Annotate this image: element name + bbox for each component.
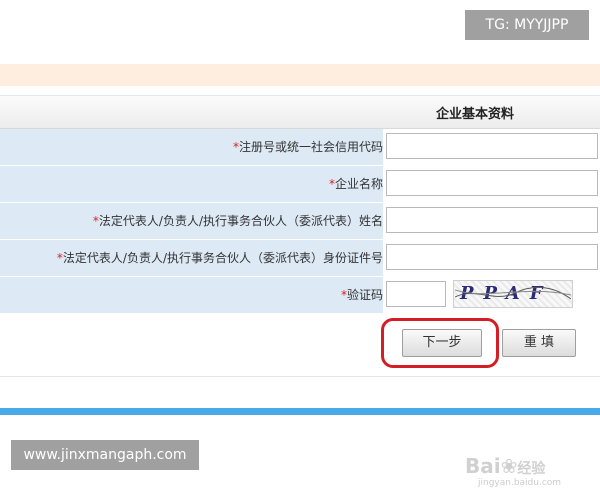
field-label: *注册号或统一社会信用代码 <box>0 129 383 165</box>
field-label-text: 企业名称 <box>334 177 383 191</box>
form-row-company-name: *企业名称 <box>0 166 600 203</box>
field-label-text: 法定代表人/负责人/执行事务合伙人（委派代表）身份证件号 <box>62 251 383 265</box>
captcha-input[interactable] <box>386 281 446 307</box>
notice-band <box>0 64 600 86</box>
registration-number-input[interactable] <box>386 133 598 159</box>
field-label-text: 注册号或统一社会信用代码 <box>238 140 383 154</box>
paw-icon: ❀ <box>500 454 518 478</box>
section-header: 企业基本资料 <box>0 96 600 129</box>
divider <box>0 376 600 377</box>
field-label: *企业名称 <box>0 166 383 202</box>
reset-button[interactable]: 重 填 <box>502 329 576 357</box>
highlight-annotation <box>381 318 499 368</box>
field-label: *法定代表人/负责人/执行事务合伙人（委派代表）姓名 <box>0 203 383 239</box>
representative-id-input[interactable] <box>386 244 598 270</box>
form-row-representative-name: *法定代表人/负责人/执行事务合伙人（委派代表）姓名 <box>0 203 600 240</box>
accent-bar <box>0 408 600 415</box>
baidu-cn-text: 经验 <box>517 461 546 477</box>
form-row-registration-number: *注册号或统一社会信用代码 <box>0 129 600 166</box>
captcha-image[interactable]: PPAF <box>453 280 573 308</box>
section-title: 企业基本资料 <box>436 107 515 122</box>
baidu-text: Bai <box>465 454 501 478</box>
field-label: *法定代表人/负责人/执行事务合伙人（委派代表）身份证件号 <box>0 240 383 276</box>
field-label-text: 法定代表人/负责人/执行事务合伙人（委派代表）姓名 <box>98 214 383 228</box>
field-label-text: 验证码 <box>346 288 383 302</box>
company-info-panel: 企业基本资料 *注册号或统一社会信用代码 *企业名称 *法定代表人/负责人/执行… <box>0 95 600 488</box>
form-row-representative-id: *法定代表人/负责人/执行事务合伙人（委派代表）身份证件号 <box>0 240 600 277</box>
company-name-input[interactable] <box>386 170 598 196</box>
form-row-captcha: *验证码 PPAF <box>0 277 600 314</box>
watermark-tg: TG: MYYJJPP <box>465 10 589 40</box>
baidu-watermark: Bai❀经验 <box>465 454 545 478</box>
field-label: *验证码 <box>0 277 383 313</box>
representative-name-input[interactable] <box>386 207 598 233</box>
watermark-site: www.jinxmangaph.com <box>11 440 199 470</box>
